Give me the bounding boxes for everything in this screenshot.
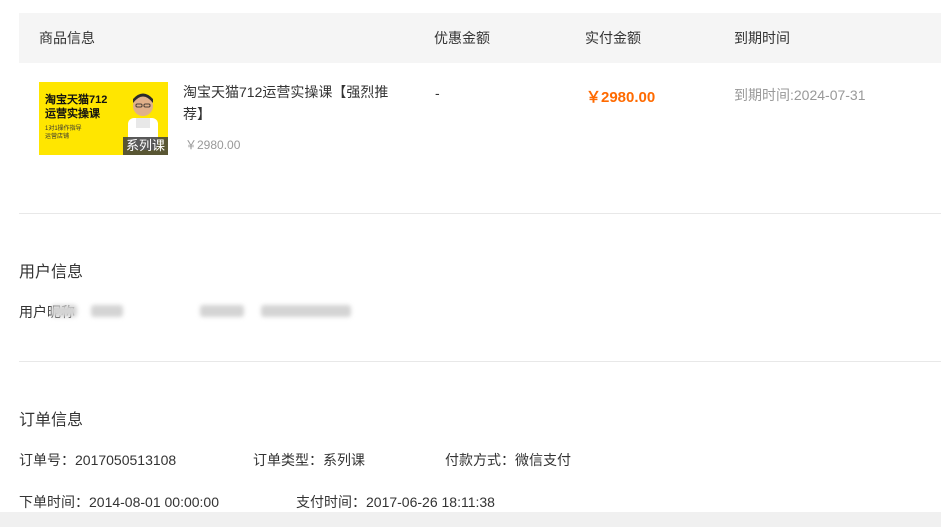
redacted-text — [261, 305, 351, 317]
order-detail-page: 商品信息 优惠金额 实付金额 到期时间 淘宝天猫712 运营实操课 1对1操作指… — [0, 0, 941, 527]
cover-subtitle: 1对1操作指导 运营店铺 — [45, 126, 82, 140]
redacted-text — [51, 305, 77, 317]
product-cover-image[interactable]: 淘宝天猫712 运营实操课 1对1操作指导 运营店铺 系列课 — [39, 82, 168, 155]
order-info-title: 订单信息 — [19, 412, 84, 429]
paid-amount-value: ￥2980.00 — [586, 89, 656, 106]
order-time: 下单时间：2014-08-01 00:00:00 — [19, 494, 219, 510]
user-info-section: 用户信息 用户昵称 — [19, 258, 941, 362]
payment-time: 支付时间：2017-06-26 18:11:38 — [296, 494, 495, 510]
product-title-link[interactable]: 淘宝天猫712运营实操课【强烈推荐】 — [183, 81, 405, 125]
user-info-title: 用户信息 — [19, 264, 84, 281]
expire-time-value: 到期时间:2024-07-31 — [734, 87, 866, 103]
bottom-strip — [0, 512, 941, 527]
header-product-info: 商品信息 — [39, 30, 95, 46]
header-discount-amount: 优惠金额 — [434, 30, 490, 46]
product-original-price: ￥2980.00 — [185, 138, 241, 152]
header-paid-amount: 实付金额 — [585, 30, 641, 46]
table-header: 商品信息 优惠金额 实付金额 到期时间 — [19, 13, 941, 63]
order-number: 订单号：2017050513108 — [19, 452, 177, 468]
series-course-badge: 系列课 — [122, 137, 168, 155]
payment-method: 付款方式：微信支付 — [445, 452, 571, 468]
product-row: 淘宝天猫712 运营实操课 1对1操作指导 运营店铺 系列课 淘宝天猫712运营… — [19, 63, 941, 214]
redacted-text — [200, 305, 244, 317]
redacted-text — [91, 305, 123, 317]
order-info-section: 订单信息 订单号：2017050513108 订单类型：系列课 付款方式：微信支… — [19, 406, 941, 516]
order-type: 订单类型：系列课 — [253, 452, 365, 468]
user-nickname-row: 用户昵称 — [19, 302, 351, 322]
header-expire-time: 到期时间 — [734, 30, 790, 46]
discount-value: - — [435, 85, 440, 101]
cover-title: 淘宝天猫712 运营实操课 — [45, 94, 108, 120]
